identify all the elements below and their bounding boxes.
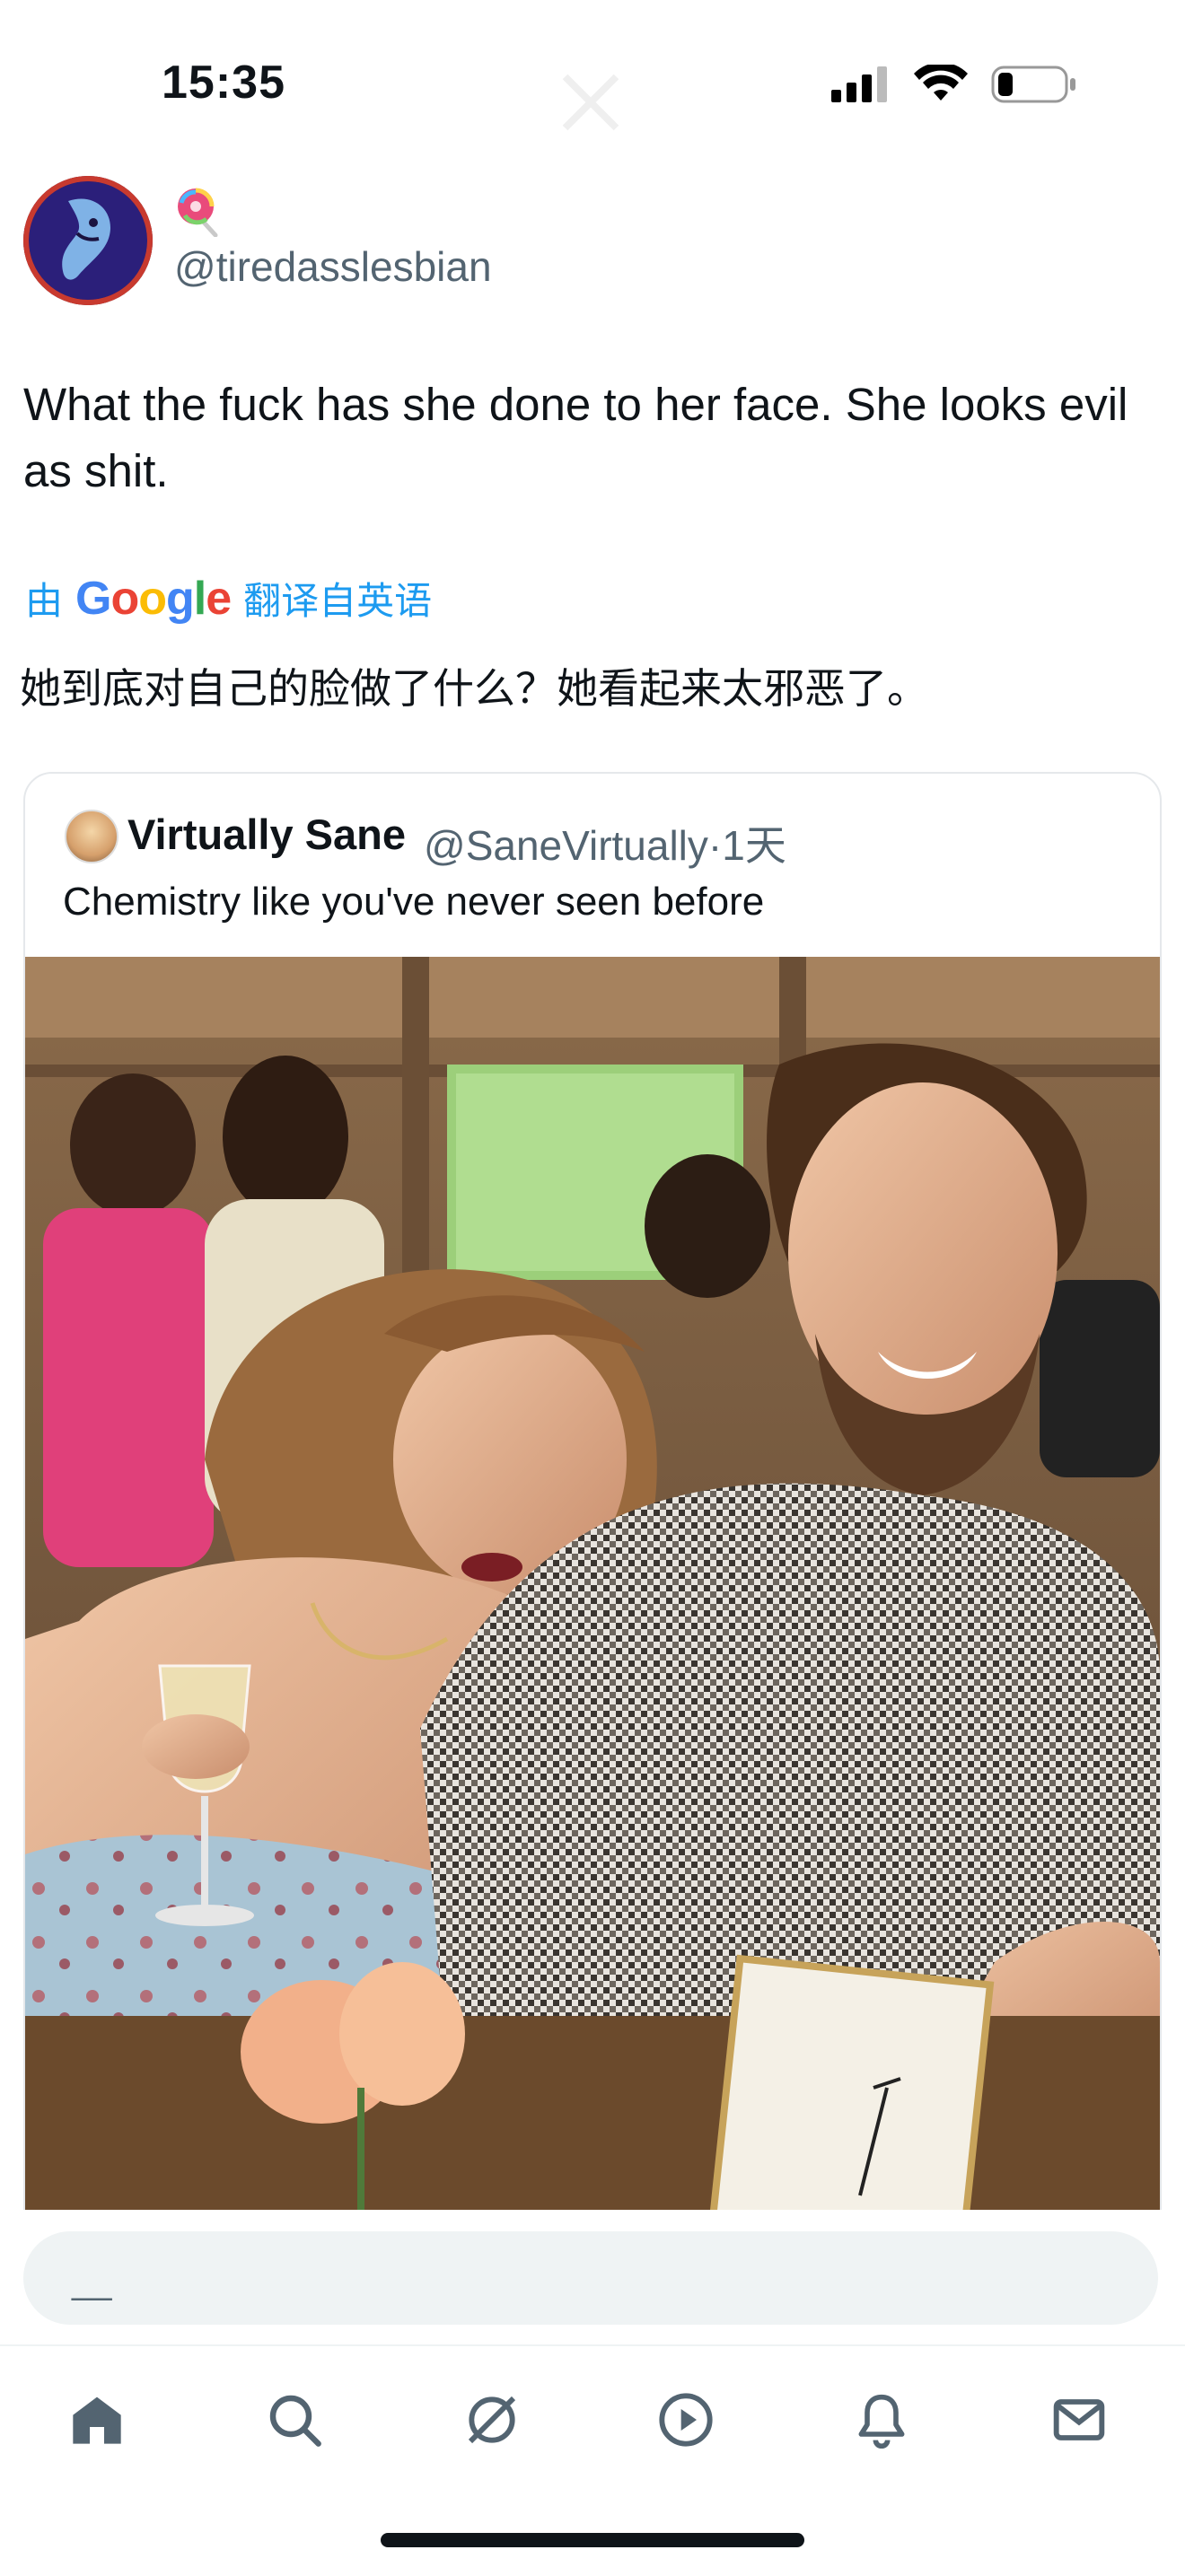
home-icon[interactable] bbox=[59, 2382, 135, 2458]
quoted-tweet-card[interactable]: Virtually Sane @SaneVirtually·1天 Chemist… bbox=[23, 772, 1162, 2247]
quoted-author-name[interactable]: Virtually Sane bbox=[127, 810, 406, 859]
quoted-author-handle[interactable]: @SaneVirtually bbox=[424, 822, 708, 869]
wifi-icon bbox=[914, 65, 968, 101]
meta-separator: · bbox=[707, 822, 723, 869]
quoted-tweet-photo[interactable] bbox=[25, 957, 1160, 2246]
x-logo-watermark-icon bbox=[557, 68, 625, 136]
google-logo: Google bbox=[75, 572, 232, 626]
translated-text: 她到底对自己的脸做了什么？她看起来太邪恶了。 bbox=[20, 665, 928, 712]
translated-prefix: 由 bbox=[25, 580, 64, 622]
bell-icon[interactable] bbox=[844, 2382, 919, 2458]
author-avatar[interactable] bbox=[23, 176, 153, 305]
google-letter-e: e bbox=[206, 572, 232, 625]
mail-icon[interactable] bbox=[1041, 2382, 1117, 2458]
quoted-author-meta: @SaneVirtually·1天 bbox=[424, 813, 786, 872]
quoted-tweet-time: 1天 bbox=[722, 822, 786, 869]
video-icon[interactable] bbox=[648, 2382, 724, 2458]
grok-icon[interactable] bbox=[454, 2382, 530, 2458]
google-letter-g2: g bbox=[166, 572, 195, 625]
battery-icon bbox=[991, 66, 1075, 103]
status-icons bbox=[831, 63, 1077, 106]
home-indicator bbox=[381, 2533, 804, 2547]
google-letter-g: G bbox=[75, 572, 111, 625]
quoted-tweet-text: Chemistry like you've never seen before bbox=[63, 880, 765, 924]
translated-by-google[interactable]: 由 Google 翻译自英语 bbox=[25, 571, 432, 626]
google-letter-o2: o bbox=[138, 572, 167, 625]
google-letter-o1: o bbox=[110, 572, 139, 625]
search-icon[interactable] bbox=[257, 2382, 332, 2458]
reply-input[interactable] bbox=[23, 2231, 1158, 2325]
tweet-text: What the fuck has she done to her face. … bbox=[23, 379, 1128, 496]
google-letter-l: l bbox=[193, 572, 206, 625]
cellular-signal-icon bbox=[831, 66, 887, 102]
author-handle[interactable]: @tiredasslesbian bbox=[174, 242, 492, 291]
reply-placeholder: __ bbox=[72, 2262, 112, 2301]
status-time: 15:35 bbox=[162, 57, 285, 109]
lollipop-emoji-icon bbox=[176, 187, 226, 238]
translated-suffix: 翻译自英语 bbox=[243, 580, 433, 622]
quoted-author-avatar[interactable] bbox=[65, 810, 118, 863]
